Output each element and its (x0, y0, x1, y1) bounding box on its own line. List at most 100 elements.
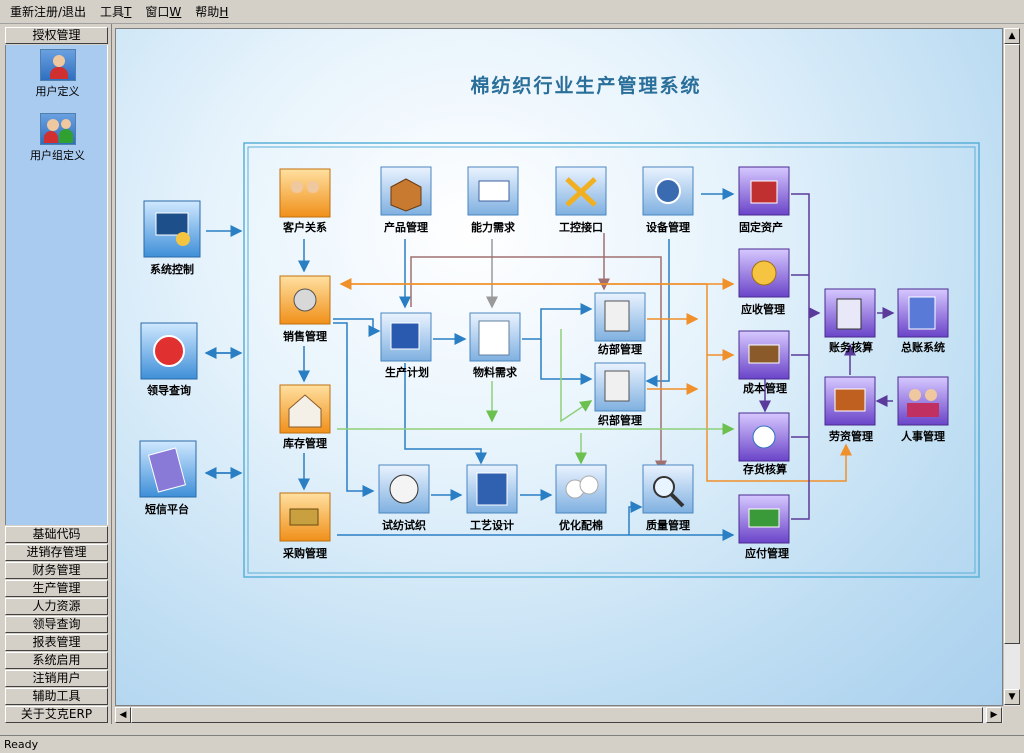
cotton-blend-label: 优化配棉 (559, 518, 603, 532)
module-inventory[interactable]: 库存管理 (279, 384, 331, 450)
stock-accounting-label: 存货核算 (743, 462, 787, 476)
scroll-left-button[interactable]: ◀ (115, 707, 131, 723)
module-control-interface[interactable]: 工控接口 (555, 166, 607, 234)
trial-label: 试纺试织 (382, 518, 426, 532)
sms-platform-label: 短信平台 (145, 502, 189, 516)
menu-help[interactable]: 帮助H (188, 2, 235, 22)
quality-label: 质量管理 (646, 518, 690, 532)
status-bar: Ready (0, 735, 1024, 753)
sidebar-group-finance[interactable]: 财务管理 (5, 562, 108, 579)
sidebar-group-basic-codes[interactable]: 基础代码 (5, 526, 108, 543)
control-interface-label: 工控接口 (559, 220, 603, 234)
module-hr[interactable]: 人事管理 (897, 376, 949, 443)
sidebar-group-auth[interactable]: 授权管理 (5, 27, 108, 44)
cost-label: 成本管理 (743, 381, 787, 395)
menu-relogin-exit[interactable]: 重新注册/退出 (3, 2, 93, 22)
production-plan-icon (390, 322, 420, 350)
horizontal-scrollbar[interactable]: ◀ ▶ (115, 706, 1003, 723)
weaving-label: 织部管理 (598, 413, 642, 427)
fixed-assets-label: 固定资产 (739, 220, 783, 234)
module-quality[interactable]: 质量管理 (642, 464, 694, 532)
module-product[interactable]: 产品管理 (380, 166, 432, 234)
scroll-down-button[interactable]: ▼ (1004, 689, 1020, 705)
module-capacity[interactable]: 能力需求 (467, 166, 519, 234)
sidebar-group-logout[interactable]: 注销用户 (5, 670, 108, 687)
scroll-right-button[interactable]: ▶ (986, 707, 1002, 723)
module-purchasing[interactable]: 采购管理 (279, 492, 331, 560)
sidebar-group-inventory[interactable]: 进销存管理 (5, 544, 108, 561)
sidebar-group-production[interactable]: 生产管理 (5, 580, 108, 597)
vertical-scrollbar[interactable]: ▲ ▼ (1003, 28, 1020, 706)
sidebar-group-leader-query[interactable]: 领导查询 (5, 616, 108, 633)
scroll-up-button[interactable]: ▲ (1004, 28, 1020, 44)
sidebar-group-hr[interactable]: 人力资源 (5, 598, 108, 615)
module-production-plan[interactable]: 生产计划 (380, 312, 432, 379)
module-spinning[interactable]: 纺部管理 (594, 292, 646, 356)
main-canvas: 棉纺织行业生产管理系统 系统控制 领导查询 短信平台 客户关系 销售管理 库存管… (115, 28, 1003, 706)
fixed-assets-icon (750, 180, 778, 204)
sidebar: 授权管理 用户定义 用户组定义 基础代码 进销存管理 财务管理 生产管理 人力资… (0, 24, 112, 724)
module-trial[interactable]: 试纺试织 (378, 464, 430, 532)
sidebar-group-body: 用户定义 用户组定义 (5, 45, 108, 525)
leader-query-label: 领导查询 (146, 383, 191, 397)
module-leader-query[interactable]: 领导查询 (140, 322, 198, 397)
tool-user-group-define[interactable]: 用户组定义 (6, 113, 109, 163)
menu-tools[interactable]: 工具T (93, 2, 138, 22)
sidebar-group-aux-tools[interactable]: 辅助工具 (5, 688, 108, 705)
module-fixed-assets[interactable]: 固定资产 (738, 166, 790, 234)
diagram-frame-inner (247, 146, 976, 574)
hr-label: 人事管理 (901, 429, 945, 443)
module-stock-accounting[interactable]: 存货核算 (738, 412, 790, 476)
module-sales[interactable]: 销售管理 (279, 275, 331, 343)
module-payables[interactable]: 应付管理 (738, 494, 790, 560)
sidebar-group-system-enable[interactable]: 系统启用 (5, 652, 108, 669)
module-material[interactable]: 物料需求 (469, 312, 521, 379)
vertical-scroll-thumb[interactable] (1004, 44, 1020, 644)
module-accounting[interactable]: 账务核算 (824, 288, 876, 354)
weaving-icon (604, 370, 630, 402)
system-control-label: 系统控制 (150, 262, 194, 276)
module-customer-relations[interactable]: 客户关系 (279, 168, 331, 234)
spinning-icon (604, 300, 630, 332)
tool-user-group-define-label: 用户组定义 (30, 149, 85, 162)
module-receivables[interactable]: 应收管理 (738, 248, 790, 316)
inventory-label: 库存管理 (283, 436, 327, 450)
diagram-title: 棉纺织行业生产管理系统 (470, 74, 701, 97)
ledger-label: 总账系统 (901, 340, 945, 354)
module-process-design[interactable]: 工艺设计 (466, 464, 518, 532)
module-equipment[interactable]: 设备管理 (642, 166, 694, 234)
module-diagram: 棉纺织行业生产管理系统 系统控制 领导查询 短信平台 客户关系 销售管理 库存管… (139, 74, 980, 578)
menubar: 重新注册/退出 工具T 窗口W 帮助H (0, 0, 1024, 24)
module-system-control[interactable]: 系统控制 (143, 200, 201, 276)
module-labor[interactable]: 劳资管理 (824, 376, 876, 443)
purchasing-label: 采购管理 (282, 546, 327, 560)
material-label: 物料需求 (473, 365, 518, 379)
process-design-label: 工艺设计 (470, 518, 514, 532)
tool-user-define-label: 用户定义 (35, 85, 80, 98)
horizontal-scroll-thumb[interactable] (131, 707, 983, 723)
menu-window[interactable]: 窗口W (138, 2, 188, 22)
production-plan-label: 生产计划 (385, 365, 429, 379)
module-sms-platform[interactable]: 短信平台 (139, 440, 197, 516)
sidebar-group-about[interactable]: 关于艾克ERP (5, 706, 108, 723)
spinning-label: 纺部管理 (598, 342, 642, 356)
pie-chart-icon (752, 425, 776, 449)
people-icon (909, 389, 921, 401)
receivables-label: 应收管理 (741, 302, 785, 316)
diagram-frame (243, 142, 980, 578)
module-cotton-blend[interactable]: 优化配棉 (555, 464, 607, 532)
module-weaving[interactable]: 织部管理 (594, 362, 646, 427)
equipment-label: 设备管理 (646, 220, 690, 234)
ledger-book-icon (908, 296, 936, 330)
payables-label: 应付管理 (745, 546, 789, 560)
purchasing-cart-icon (289, 508, 319, 526)
leader-query-icon (153, 335, 185, 367)
customer-relations-icon (291, 181, 303, 193)
labor-label: 劳资管理 (829, 429, 873, 443)
trial-gauge-icon (389, 474, 419, 504)
module-cost[interactable]: 成本管理 (738, 330, 790, 395)
tool-user-define[interactable]: 用户定义 (6, 49, 109, 99)
accounting-label: 账务核算 (829, 340, 873, 354)
module-ledger[interactable]: 总账系统 (897, 288, 949, 354)
sidebar-group-reports[interactable]: 报表管理 (5, 634, 108, 651)
